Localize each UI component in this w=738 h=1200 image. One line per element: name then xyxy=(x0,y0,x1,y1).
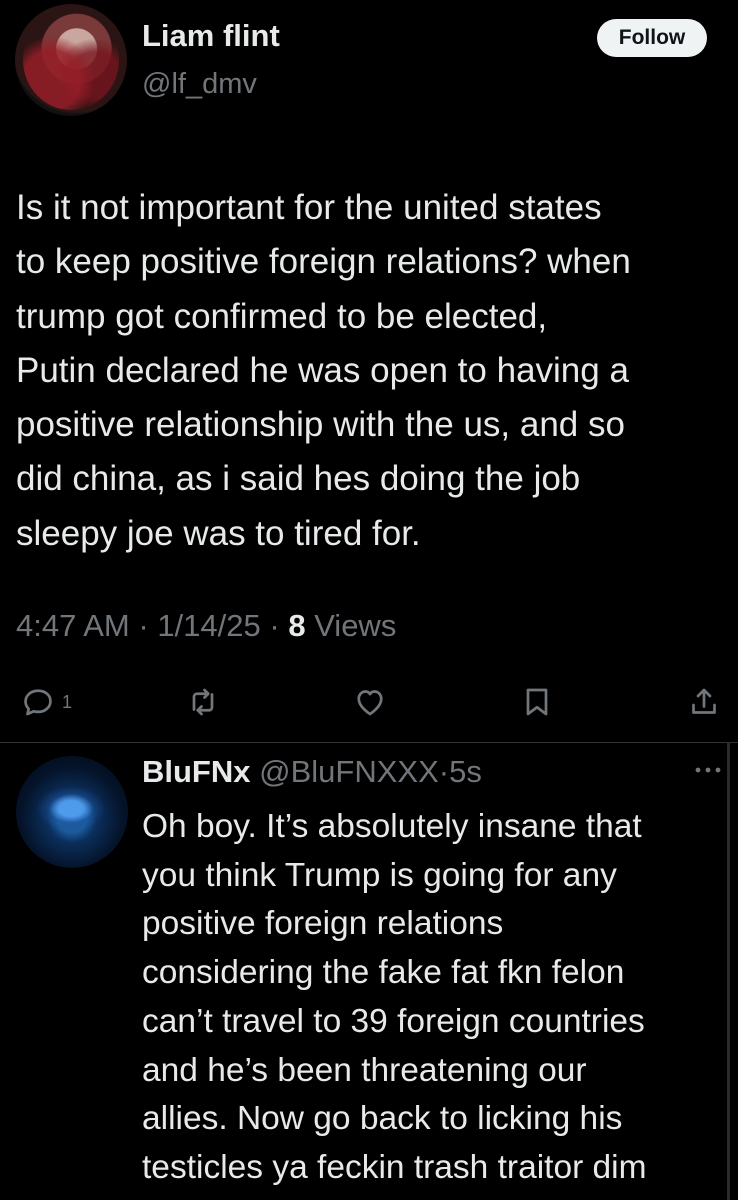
repost-button[interactable] xyxy=(185,680,221,724)
post-meta: 4:47 AM · 1/14/25 · 8 Views xyxy=(16,608,396,644)
like-button[interactable] xyxy=(352,680,388,724)
bookmark-icon xyxy=(526,688,548,716)
author-handle[interactable]: @lf_dmv xyxy=(142,68,257,101)
retweet-icon xyxy=(192,688,214,716)
author-display-name[interactable]: Liam flint xyxy=(142,18,280,54)
share-button[interactable] xyxy=(686,680,722,724)
like-icon xyxy=(357,690,383,716)
post-date[interactable]: 1/14/25 xyxy=(157,608,260,643)
reply-icon xyxy=(24,689,52,716)
author-avatar[interactable] xyxy=(15,4,127,116)
reply-author-name[interactable]: BluFNx xyxy=(142,754,251,789)
scrollbar[interactable] xyxy=(727,742,730,1200)
more-icon[interactable] xyxy=(694,764,722,776)
views-count: 8 xyxy=(288,608,306,643)
reply-text: Oh boy. It’s absolutely insane that you … xyxy=(142,808,647,1186)
reply-count: 1 xyxy=(62,691,73,712)
reply-author-avatar[interactable] xyxy=(16,756,128,868)
reply-header: BluFNx @BluFNXXX·5s xyxy=(142,754,482,790)
reply-separator: · xyxy=(438,754,450,789)
post-time[interactable]: 4:47 AM xyxy=(16,608,130,643)
divider xyxy=(0,742,738,743)
reply-author-handle[interactable]: @BluFNXXX xyxy=(259,754,439,789)
meta-separator: · xyxy=(260,608,289,643)
share-icon xyxy=(692,688,716,714)
avatar-image xyxy=(23,10,119,110)
reply-time[interactable]: 5s xyxy=(449,754,482,789)
avatar-image xyxy=(36,786,106,831)
post-text: Is it not important for the united state… xyxy=(16,188,631,553)
bookmark-button[interactable] xyxy=(519,680,555,724)
follow-button[interactable]: Follow xyxy=(597,19,707,57)
views-label: Views xyxy=(314,608,397,643)
meta-separator: · xyxy=(129,608,158,643)
reply-button[interactable]: 1 xyxy=(20,680,72,724)
